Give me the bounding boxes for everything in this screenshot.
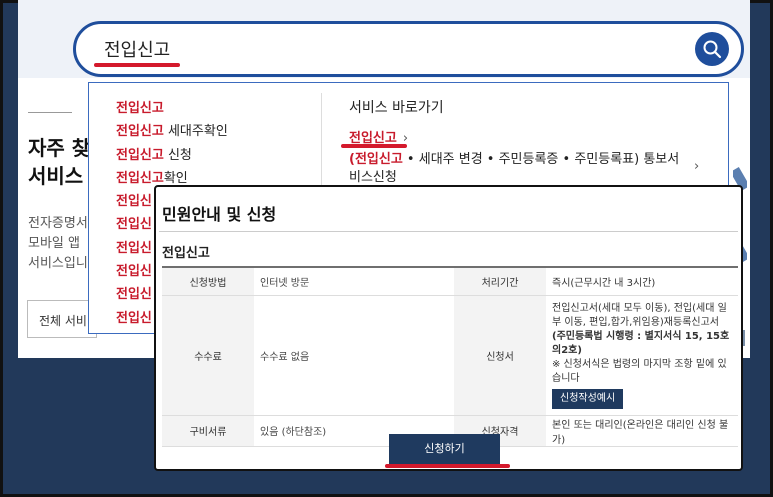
apply-button[interactable]: 신청하기 bbox=[389, 434, 500, 464]
shortcut-desc-keyword: (전입신고 bbox=[349, 152, 403, 167]
apply-underline bbox=[385, 464, 510, 468]
section-description: 전자증명서 모바일 앱 서비스입니 bbox=[28, 214, 88, 274]
modal-title: 민원안내 및 신청 bbox=[162, 205, 277, 224]
period-label: 처리기간 bbox=[454, 267, 546, 296]
suggestion-keyword: 전입신고 bbox=[116, 170, 164, 186]
suggestion-suffix: 확인 bbox=[163, 170, 188, 186]
section-desc-line3: 서비스입니 bbox=[28, 256, 88, 271]
suggestion-item[interactable]: 전입신고 bbox=[116, 97, 228, 120]
form-desc-note: ※ 신청서식은 법령의 마지막 조항 밑에 있습니다 bbox=[552, 358, 727, 384]
search-button[interactable] bbox=[695, 32, 729, 66]
chevron-right-icon[interactable]: › bbox=[694, 159, 699, 174]
section-title-line2: 서비스 bbox=[28, 164, 84, 188]
suggestion-keyword: 전입신고 bbox=[116, 101, 164, 116]
search-icon bbox=[703, 40, 722, 59]
section-title: 자주 찾 서비스 bbox=[28, 134, 90, 190]
fee-value: 수수료 없음 bbox=[254, 295, 454, 416]
section-desc-line1: 전자증명서 bbox=[28, 216, 88, 231]
method-label: 신청방법 bbox=[162, 267, 254, 296]
method-value: 인터넷 방문 bbox=[254, 267, 454, 296]
suggestion-keyword: 전입신 bbox=[116, 310, 152, 326]
table-row: 수수료 수수료 없음 신청서 전입신고서(세대 모두 이동), 전입(세대 일부… bbox=[162, 295, 738, 416]
form-desc-law: (주민등록법 시행령 : 별지서식 15, 15호의2호) bbox=[552, 330, 730, 356]
qualification-value: 본인 또는 대리인(온라인은 대리인 신청 불가) bbox=[546, 415, 738, 447]
search-query-underline bbox=[94, 63, 180, 67]
suggestion-suffix: 신청 bbox=[163, 147, 192, 163]
suggestion-keyword: 전입신 bbox=[116, 194, 152, 210]
suggestion-keyword: 전입신 bbox=[116, 217, 152, 233]
form-desc-text: 전입신고서(세대 모두 이동), 전입(세대 일부 이동, 편입,합가,위임용)… bbox=[552, 302, 727, 328]
service-info-modal: 민원안내 및 신청 전입신고 신청방법 인터넷 방문 처리기간 즉시(근무시간 … bbox=[154, 185, 743, 471]
form-value: 전입신고서(세대 모두 이동), 전입(세대 일부 이동, 편입,합가,위임용)… bbox=[546, 295, 738, 416]
suggestion-keyword: 전입신 bbox=[116, 240, 152, 256]
shortcut-underline bbox=[341, 144, 407, 148]
suggestion-keyword: 전입신고 bbox=[116, 124, 164, 140]
form-sample-button[interactable]: 신청작성예시 bbox=[552, 388, 624, 409]
suggestion-keyword: 전입신고 bbox=[116, 147, 164, 163]
suggestion-keyword: 전입신 bbox=[116, 264, 152, 280]
docs-label: 구비서류 bbox=[162, 415, 254, 447]
section-title-line1: 자주 찾 bbox=[28, 136, 91, 160]
section-divider bbox=[28, 112, 72, 113]
form-label: 신청서 bbox=[454, 295, 546, 416]
suggestion-suffix: 세대주확인 bbox=[163, 124, 228, 140]
period-value: 즉시(근무시간 내 3시간) bbox=[546, 267, 738, 296]
search-input[interactable]: 전입신고 bbox=[73, 21, 744, 77]
suggestion-keyword: 전입신 bbox=[116, 287, 152, 303]
all-services-button[interactable]: 전체 서비 bbox=[27, 300, 97, 338]
search-query[interactable]: 전입신고 bbox=[104, 36, 170, 62]
suggestion-item[interactable]: 전입신고 신청 bbox=[116, 144, 228, 167]
suggestion-item[interactable]: 전입신고 세대주확인 bbox=[116, 120, 228, 143]
modal-divider bbox=[159, 231, 738, 232]
fee-label: 수수료 bbox=[162, 295, 254, 416]
service-info-table: 신청방법 인터넷 방문 처리기간 즉시(근무시간 내 3시간) 수수료 수수료 … bbox=[162, 266, 738, 447]
modal-subtitle: 전입신고 bbox=[162, 246, 210, 261]
table-row: 신청방법 인터넷 방문 처리기간 즉시(근무시간 내 3시간) bbox=[162, 267, 738, 296]
shortcut-heading: 서비스 바로가기 bbox=[349, 100, 444, 116]
shortcut-link-notification[interactable]: (전입신고 • 세대주 변경 • 주민등록증 • 주민등록표) 통보서비스신청 bbox=[349, 151, 689, 187]
dropdown-divider bbox=[321, 93, 322, 191]
section-desc-line2: 모바일 앱 bbox=[28, 236, 80, 251]
